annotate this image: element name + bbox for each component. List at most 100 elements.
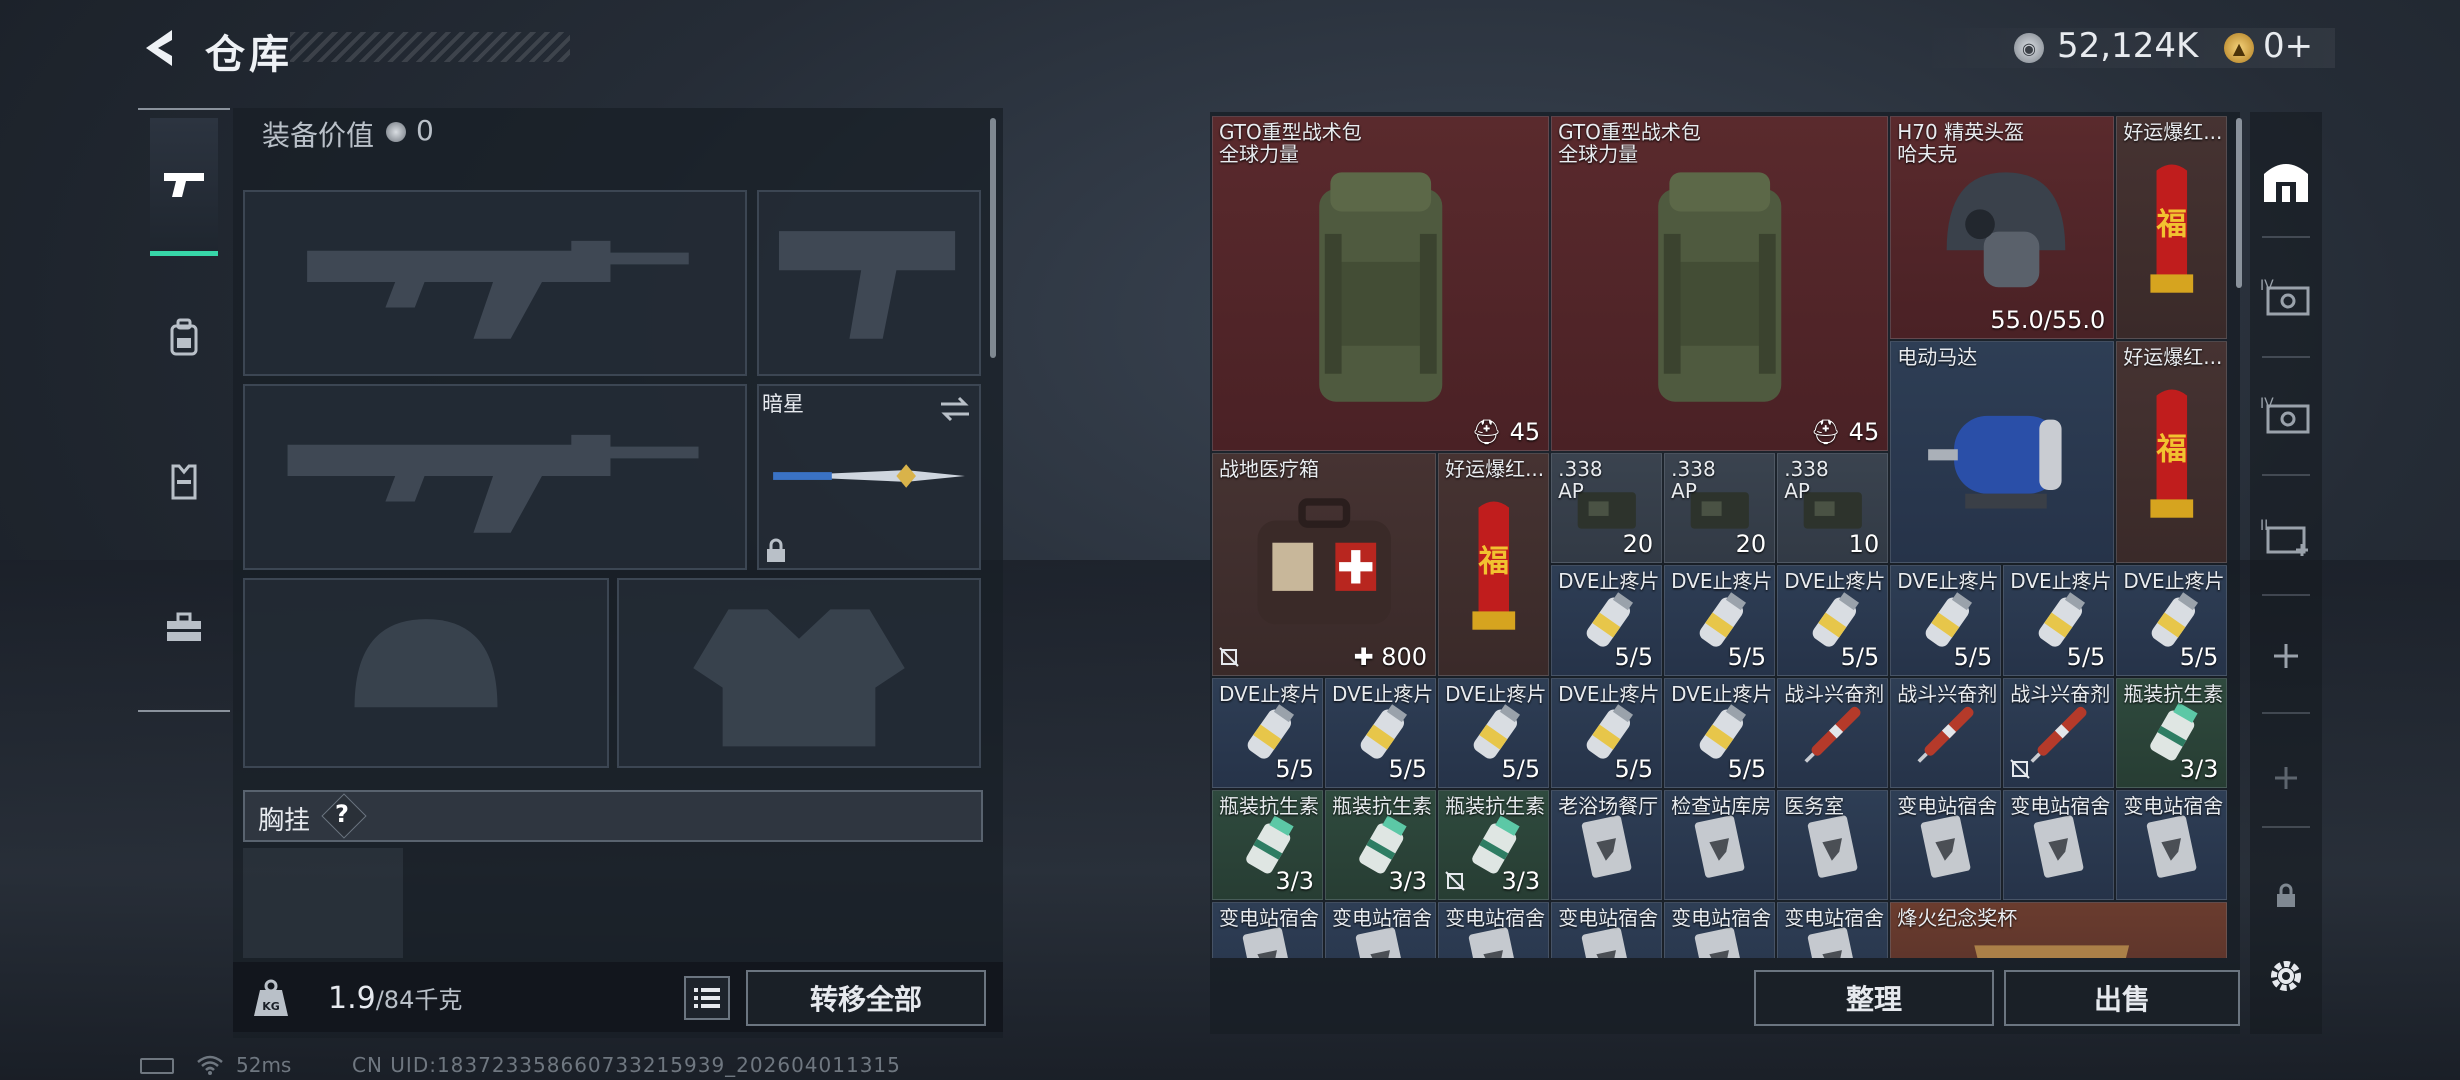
list-button[interactable] [684, 976, 730, 1020]
stash-item[interactable]: 变电站宿舍 [2003, 789, 2115, 901]
stash-item[interactable]: 福 好运爆红... [2116, 340, 2228, 564]
stash-scrollbar[interactable] [2236, 118, 2242, 288]
item-name: 医务室 [1784, 793, 1845, 818]
add-container-button[interactable] [2258, 628, 2314, 684]
tab-safe-box-2[interactable]: II [2258, 508, 2314, 564]
item-subtitle: AP [1558, 478, 1584, 503]
stash-item[interactable]: DVE止疼片 5/5 [1212, 677, 1324, 788]
item-name: 变电站宿舍 [1897, 793, 1998, 818]
armor-slot[interactable] [617, 578, 981, 768]
stash-item[interactable]: 战斗兴奋剂 [1777, 677, 1889, 788]
item-count: ⛑ 45 [1471, 417, 1541, 446]
lock-icon [2277, 883, 2295, 907]
helmet-slot[interactable] [243, 578, 609, 768]
item-name: 战斗兴奋剂 [1784, 681, 1885, 706]
stash-item[interactable]: 瓶装抗生素 3/3 [1438, 789, 1550, 901]
item-name: DVE止疼片 [1558, 569, 1660, 594]
stash-item[interactable]: 电动马达 [1890, 340, 2115, 564]
stash-item[interactable]: GTO重型战术包 全球力量 ⛑ 45 [1551, 116, 1889, 451]
back-arrow-icon[interactable] [138, 26, 182, 70]
sort-button[interactable]: 整理 [1754, 970, 1994, 1026]
silver-coin-icon [386, 122, 406, 142]
page-title: 仓库 [205, 32, 293, 78]
stash-item[interactable]: DVE止疼片 5/5 [1777, 565, 1889, 676]
item-count: 5/5 [1953, 642, 1993, 671]
tab-backpack[interactable] [150, 304, 218, 372]
weight-icon: KG [254, 979, 288, 1016]
item-name: 好运爆红... [2123, 120, 2223, 144]
svg-text:KG: KG [262, 1000, 280, 1013]
item-name: 变电站宿舍 [1332, 906, 1433, 931]
tab-stash-home[interactable] [2258, 152, 2314, 208]
stash-item[interactable]: DVE止疼片 5/5 [1664, 565, 1776, 676]
tab-safe-box-4b[interactable]: IV [2258, 386, 2314, 442]
motor-item-icon [1909, 364, 2096, 549]
stash-item[interactable]: 福 好运爆红... [1438, 452, 1550, 676]
pistol-icon [164, 172, 204, 197]
stash-item[interactable]: DVE止疼片 5/5 [2116, 565, 2228, 676]
tab-equipment[interactable] [150, 594, 218, 662]
stash-item[interactable]: 瓶装抗生素 3/3 [1212, 789, 1324, 901]
stash-item[interactable]: DVE止疼片 5/5 [1890, 565, 2002, 676]
stash-item[interactable]: .338 AP 10 [1777, 452, 1889, 564]
stash-item[interactable]: 检查站库房 [1664, 789, 1776, 901]
item-name: .338 [1671, 456, 1716, 481]
stash-item[interactable]: 战地医疗箱 ✚ 800 [1212, 452, 1437, 676]
stash-item[interactable]: 福 好运爆红... [2116, 116, 2228, 339]
tab-vest[interactable] [150, 448, 218, 516]
equipment-scrollbar[interactable] [990, 118, 996, 358]
divider [2262, 236, 2310, 238]
transfer-all-button[interactable]: 转移全部 [746, 970, 986, 1026]
pistol-slot[interactable] [757, 190, 981, 376]
item-name: DVE止疼片 [1784, 569, 1886, 594]
no-insure-icon [1445, 871, 1465, 891]
sell-button[interactable]: 出售 [2004, 970, 2240, 1026]
stash-item[interactable]: 变电站宿舍 [1890, 789, 2002, 901]
stash-item[interactable]: DVE止疼片 5/5 [1664, 677, 1776, 788]
stash-item[interactable]: 瓶装抗生素 3/3 [2116, 677, 2228, 788]
stash-item[interactable]: .338 AP 20 [1551, 452, 1663, 564]
stash-item[interactable]: 变电站宿舍 [1551, 902, 1663, 958]
stash-item[interactable]: 变电站宿舍 [1212, 902, 1324, 958]
stash-item[interactable]: 瓶装抗生素 3/3 [1325, 789, 1437, 901]
stash-item[interactable]: 变电站宿舍 [1664, 902, 1776, 958]
stash-item[interactable]: DVE止疼片 5/5 [1438, 677, 1550, 788]
stash-item[interactable]: 变电站宿舍 [1438, 902, 1550, 958]
stash-item[interactable]: GTO重型战术包 全球力量 ⛑ 45 [1212, 116, 1550, 451]
divider [2262, 826, 2310, 828]
stash-item[interactable]: 战斗兴奋剂 [1890, 677, 2002, 788]
primary-weapon-slot[interactable] [243, 190, 747, 376]
vest-icon [171, 464, 197, 500]
swap-icon[interactable] [939, 396, 971, 422]
settings-button[interactable] [2258, 948, 2314, 1004]
item-count: 5/5 [2066, 642, 2106, 671]
secondary-weapon-slot[interactable] [243, 384, 747, 570]
weight-max: /84千克 [375, 986, 463, 1014]
divider [2262, 356, 2310, 358]
stash-item[interactable]: 老浴场餐厅 [1551, 789, 1663, 901]
item-name: 战地医疗箱 [1219, 456, 1319, 481]
stash-item[interactable]: 战斗兴奋剂 [2003, 677, 2115, 788]
stash-item[interactable]: DVE止疼片 5/5 [1551, 565, 1663, 676]
tab-safe-box-4a[interactable]: IV [2258, 268, 2314, 324]
stash-item[interactable]: 烽火纪念奖杯 [1890, 902, 2228, 958]
stash-item[interactable]: 变电站宿舍 [1777, 902, 1889, 958]
stash-item[interactable]: DVE止疼片 5/5 [1551, 677, 1663, 788]
item-name: 变电站宿舍 [2123, 793, 2224, 818]
gold-amount[interactable]: 0+ [2263, 26, 2313, 66]
stash-item[interactable]: 变电站宿舍 [1325, 902, 1437, 958]
item-name: .338 [1558, 456, 1603, 481]
silver-coin-icon: ◉ [2014, 33, 2044, 63]
tab-weapons[interactable] [150, 118, 218, 256]
chest-rig-slot[interactable] [243, 848, 403, 958]
stash-item[interactable]: DVE止疼片 5/5 [2003, 565, 2115, 676]
safe-box-icon: IV [2260, 396, 2310, 434]
stash-item[interactable]: .338 AP 20 [1664, 452, 1776, 564]
stash-item[interactable]: 变电站宿舍 [2116, 789, 2228, 901]
stash-item[interactable]: 医务室 [1777, 789, 1889, 901]
item-subtitle: 全球力量 [1219, 142, 1299, 166]
stash-item[interactable]: DVE止疼片 5/5 [1325, 677, 1437, 788]
add-container-button-disabled [2258, 750, 2314, 806]
stash-item[interactable]: H70 精英头盔 哈夫克 55.0/55.0 [1890, 116, 2115, 339]
item-count: 55.0/55.0 [1990, 305, 2106, 334]
